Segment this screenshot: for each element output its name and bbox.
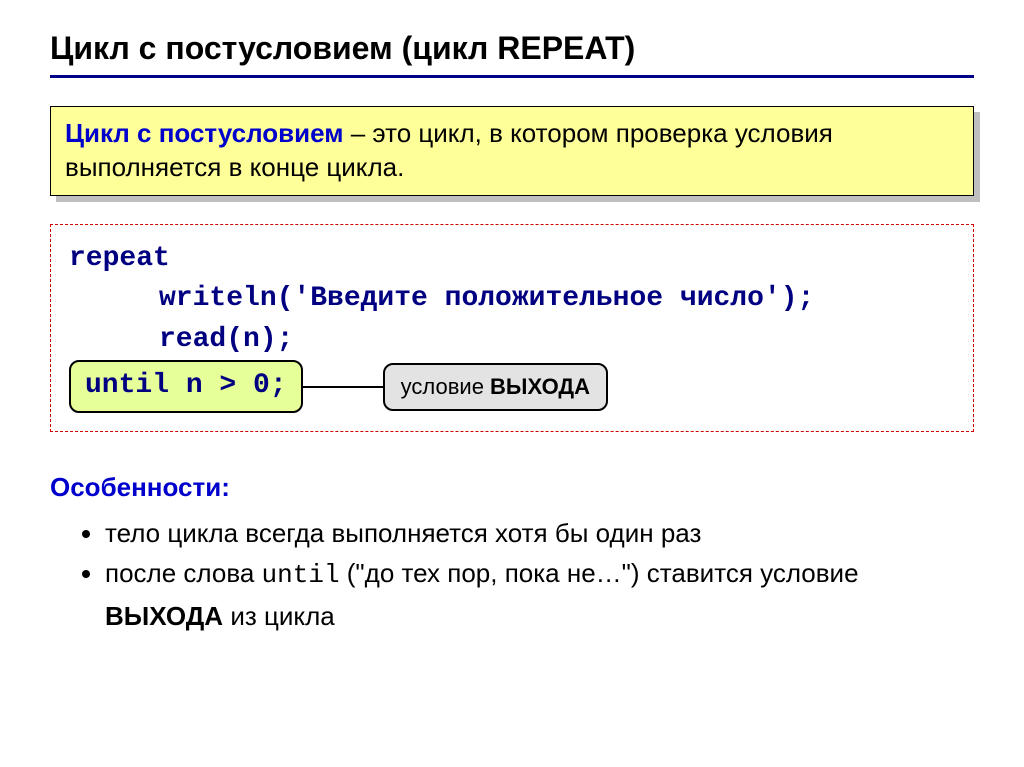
exit-condition-callout: условие ВЫХОДА [383,363,608,411]
callout-prefix: условие [401,374,490,399]
list-item: после слова until ("до тех пор, пока не…… [105,553,974,636]
code-line-read: read(n); [159,320,955,361]
feature-code: until [262,560,340,590]
title-divider [50,75,974,78]
feature-text: ("до тех пор, пока не…") ставится услови… [340,558,859,588]
definition-term: Цикл с постусловием [65,118,343,148]
code-line-writeln: writeln('Введите положительное число'); [159,279,955,320]
features-list: тело цикла всегда выполняется хотя бы од… [50,513,974,636]
until-row: until n > 0; условие ВЫХОДА [69,360,955,413]
slide-title: Цикл с постусловием (цикл REPEAT) [50,30,974,67]
until-highlight: until n > 0; [69,360,303,413]
feature-text: после слова [105,558,262,588]
definition-box: Цикл с постусловием – это цикл, в которо… [50,106,974,196]
list-item: тело цикла всегда выполняется хотя бы од… [105,513,974,553]
code-block: repeat writeln('Введите положительное чи… [50,224,974,432]
callout-connector [303,386,383,388]
feature-text: из цикла [223,601,335,631]
feature-strong: ВЫХОДА [105,601,223,631]
code-line-repeat: repeat [69,239,955,280]
definition-content: Цикл с постусловием – это цикл, в которо… [50,106,974,196]
callout-strong: ВЫХОДА [490,374,590,399]
features-heading: Особенности: [50,472,974,503]
